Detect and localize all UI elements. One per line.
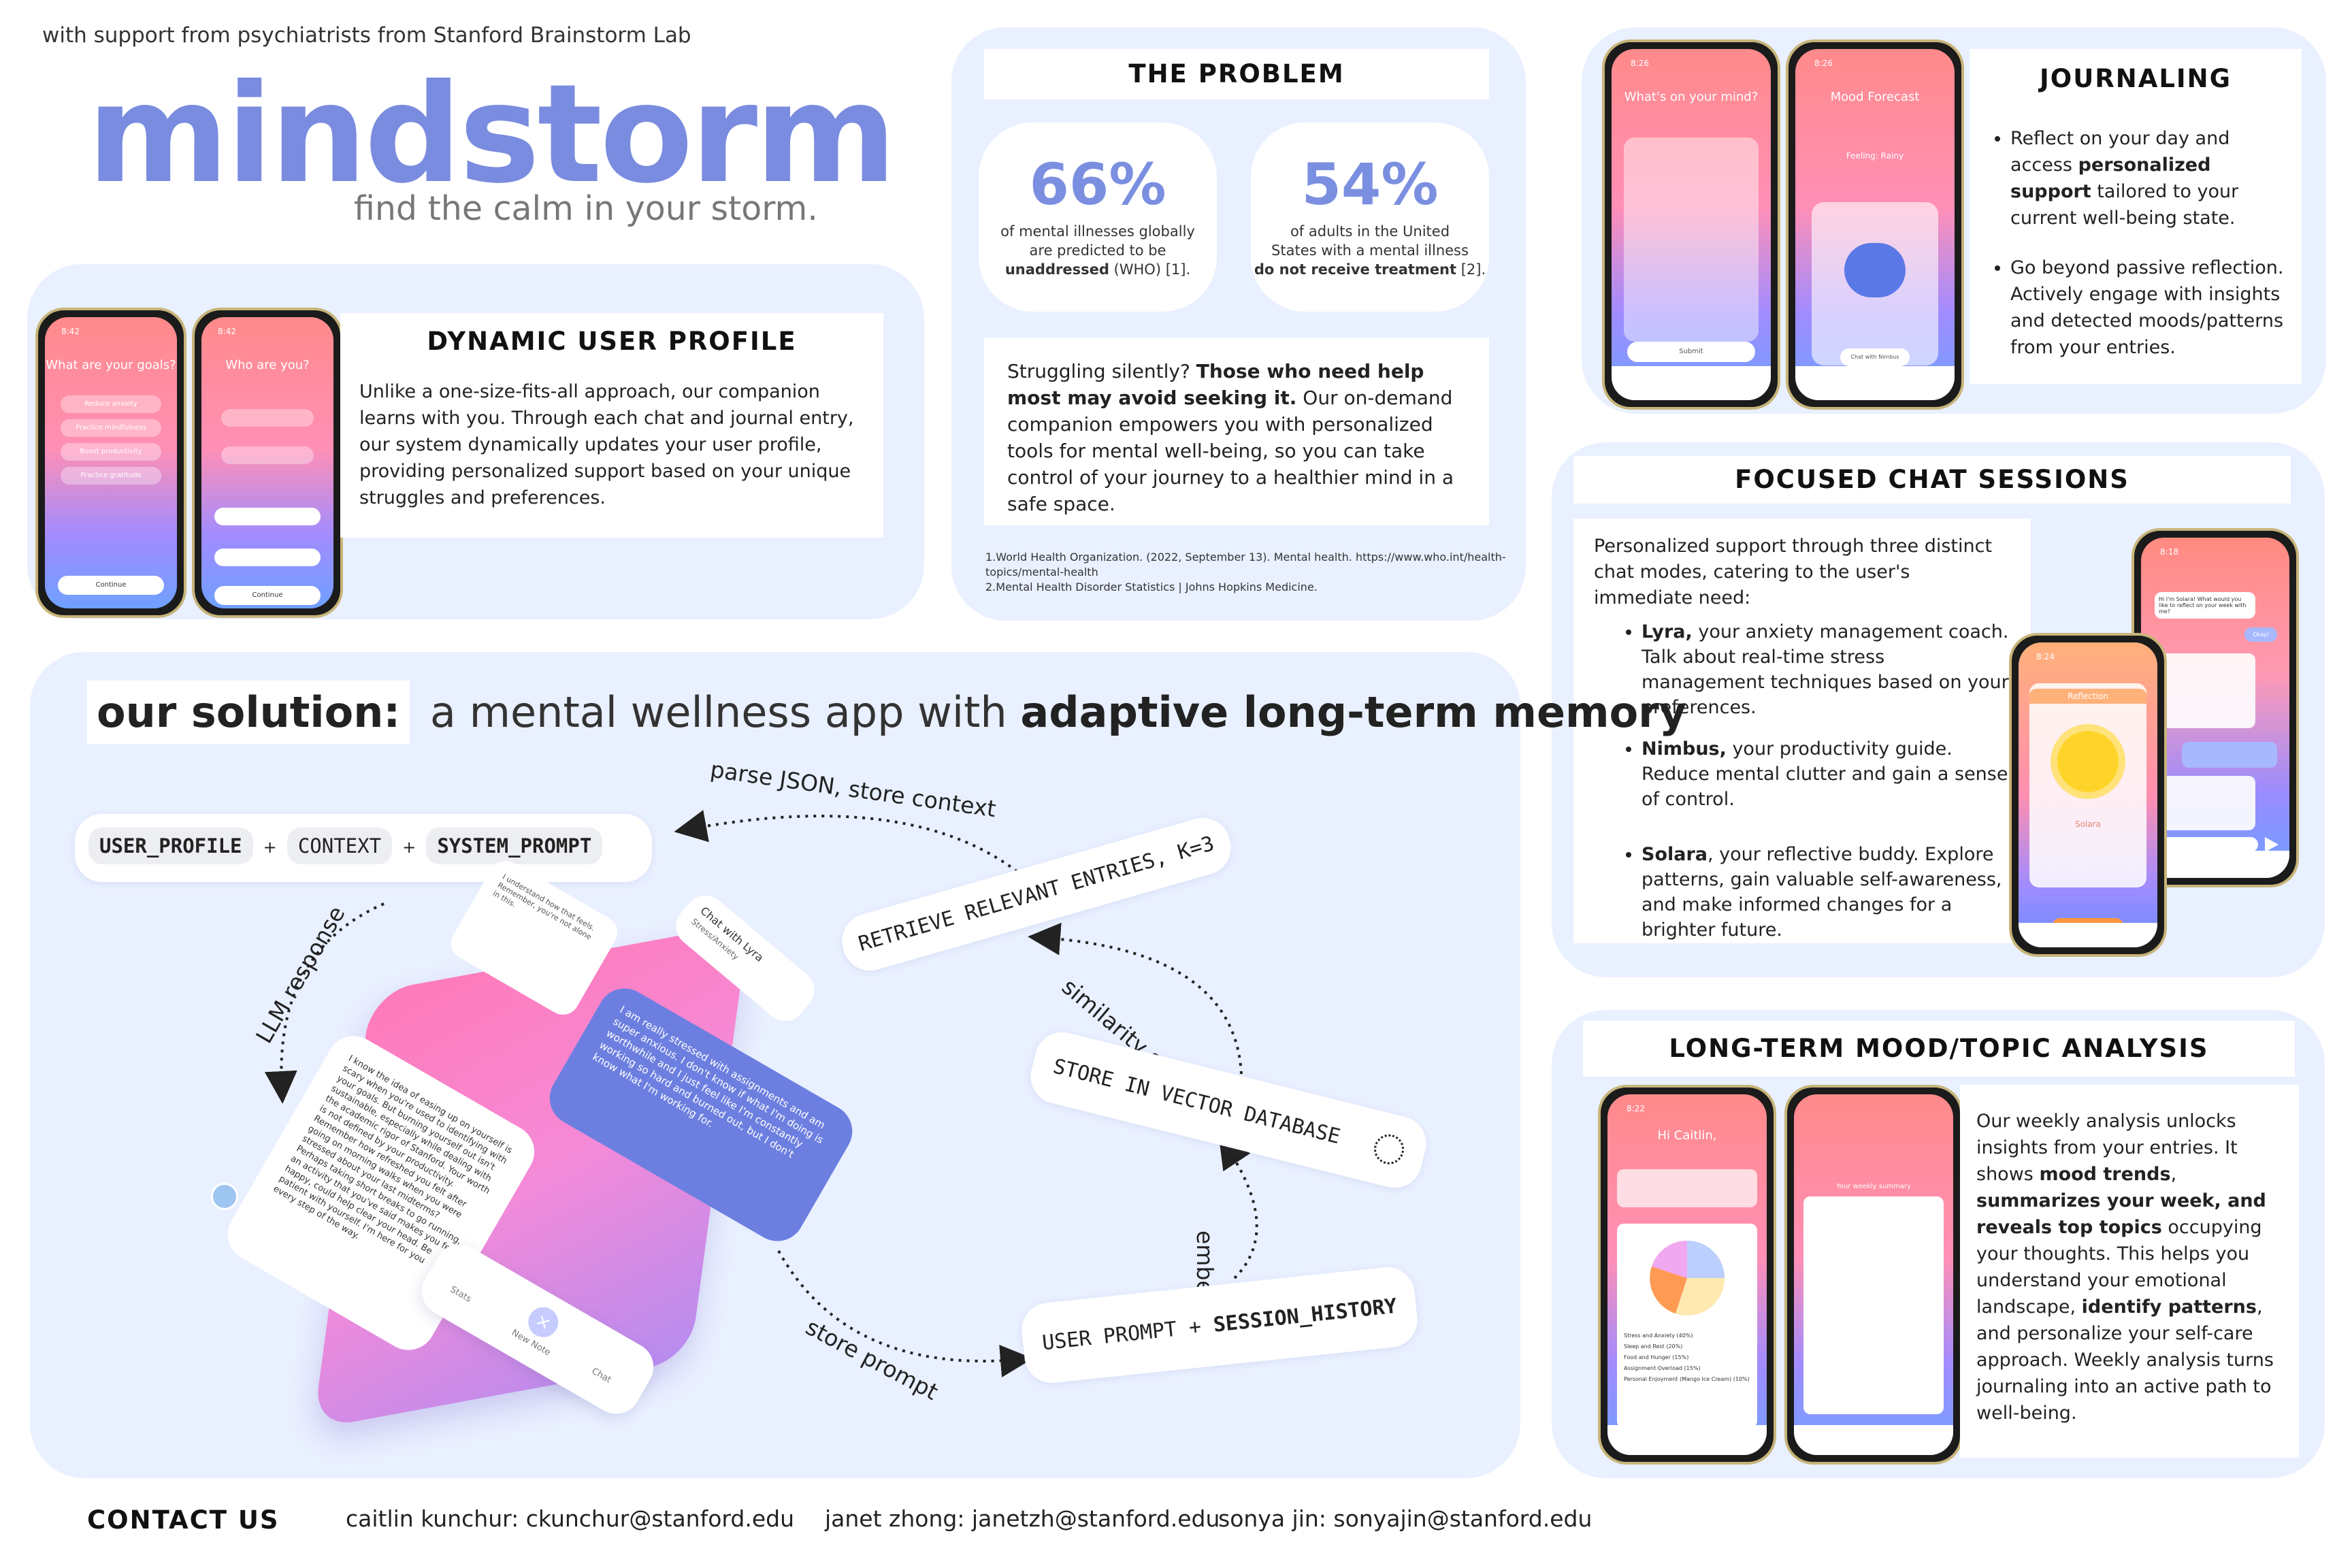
goal-option[interactable]: Reduce anxiety: [61, 395, 161, 413]
goal-option[interactable]: Boost productivity: [61, 443, 161, 461]
phone-nav: [2019, 923, 2157, 947]
reference-2: 2.Mental Health Disorder Statistics | Jo…: [985, 581, 1318, 593]
continue-button[interactable]: Continue: [58, 576, 163, 595]
problem-paragraph: Struggling silently? Those who need help…: [1007, 360, 1454, 515]
forecast-feeling: Feeling: Rainy: [1846, 151, 1904, 161]
brand-title: mindstorm: [87, 55, 897, 214]
journal-phone-entry: 8:26 What's on your mind? Submit: [1602, 39, 1780, 410]
journaling-card: JOURNALING Reflect on your day and acces…: [1970, 49, 2302, 384]
journaling-heading: JOURNALING: [2039, 64, 2232, 93]
solara-name: Solara: [2075, 819, 2101, 829]
legend-item: Food and Hunger (15%): [1624, 1354, 1689, 1360]
profile-body: Unlike a one-size-fits-all approach, our…: [359, 381, 854, 508]
legend-item: Assignment Overload (15%): [1624, 1365, 1701, 1371]
profile-phone2-title: Who are you?: [225, 358, 310, 372]
problem-header: THE PROBLEM: [984, 49, 1489, 99]
journal-textarea[interactable]: [1624, 137, 1759, 342]
goal-option[interactable]: Practice mindfulness: [61, 419, 161, 437]
journal-phone1-title: What's on your mind?: [1624, 90, 1759, 104]
journaling-bullet-2: Go beyond passive reflection. Actively e…: [2010, 255, 2292, 361]
chat-header: FOCUSED CHAT SESSIONS: [1573, 456, 2291, 504]
forecast-title: Mood Forecast: [1830, 90, 1920, 104]
problem-panel: [951, 27, 1526, 621]
stat-54-caption: of adults in the United States with a me…: [1254, 223, 1486, 278]
topics-card: Stress and Anxiety (40%) Sleep and Rest …: [1617, 1224, 1757, 1428]
mood-card: Our weekly analysis unlocks insights fro…: [1960, 1085, 2299, 1458]
nimbus-cloud-icon: [1844, 243, 1906, 297]
phone-nav: [1607, 1425, 1767, 1455]
stat-54-value: 54%: [1301, 151, 1439, 218]
profile-phone1-title: What are your goals?: [46, 358, 176, 372]
legend-item: Stress and Anxiety (40%): [1624, 1333, 1693, 1339]
sun-icon: [2057, 731, 2119, 792]
send-icon[interactable]: [2265, 837, 2278, 852]
profile-phone-goals: 8:42 What are your goals? Reduce anxiety…: [35, 308, 186, 618]
forecast-card: [1812, 202, 1938, 365]
reference-1: 1.World Health Organization. (2022, Sept…: [985, 551, 1506, 578]
stat-card-66: 66% of mental illnesses globally are pre…: [979, 122, 1217, 312]
submit-button[interactable]: Submit: [1627, 342, 1754, 362]
continue-button[interactable]: Continue: [214, 586, 320, 605]
contact-sonya[interactable]: sonya jin: sonyajin@stanford.edu: [1218, 1505, 1592, 1532]
chat-intro: Personalized support through three disti…: [1594, 536, 1993, 608]
reflection-title: Reflection: [2029, 689, 2146, 704]
legend-item: Sleep and Rest (20%): [1624, 1343, 1683, 1350]
weather-row: [1617, 1169, 1757, 1207]
mood-header: LONG-TERM MOOD/TOPIC ANALYSIS: [1583, 1021, 2295, 1077]
brand-tagline: find the calm in your storm.: [354, 189, 818, 228]
stat-66-caption: of mental illnesses globally are predict…: [1000, 223, 1195, 278]
profile-phone-who: 8:42 Who are you? Continue: [192, 308, 343, 618]
contact-heading: CONTACT US: [87, 1505, 280, 1535]
legend-item: Personal Enjoyment (Mango Ice Cream) (10…: [1624, 1376, 1750, 1382]
weekly-summary-title: Your weekly summary: [1836, 1183, 1911, 1190]
bot-bubble: Hi I'm Solara! What would you like to re…: [2155, 592, 2255, 619]
chat-mode-nimbus: Nimbus, your productivity guide. Reduce …: [1642, 736, 2010, 812]
stats-tab[interactable]: Stats: [448, 1284, 473, 1305]
lyra-avatar-icon: [211, 1183, 238, 1210]
phone-nav: [1795, 366, 1955, 400]
arrow-parse-json: [674, 810, 1025, 878]
contact-janet[interactable]: janet zhong: janetzh@stanford.edu: [825, 1505, 1220, 1532]
stat-card-54: 54% of adults in the United States with …: [1251, 122, 1489, 312]
iso-phone: Chat with Lyra Stress/Anxiety I am reall…: [211, 855, 862, 1430]
user-bubble: Okay!: [2244, 627, 2277, 642]
summary-card: [1803, 1196, 1944, 1414]
arrow-embed: [1218, 1135, 1258, 1279]
reflection-card: Reflection Solara: [2029, 683, 2146, 887]
chat-mode-solara: Solara, your reflective buddy. Explore p…: [1642, 842, 2010, 943]
mood-greeting: Hi Caitlin,: [1657, 1128, 1717, 1143]
profile-heading: DYNAMIC USER PROFILE: [427, 327, 797, 356]
profile-card: DYNAMIC USER PROFILE Unlike a one-size-f…: [340, 313, 883, 538]
stat-66-value: 66%: [1029, 151, 1166, 218]
chat-tab[interactable]: Chat: [590, 1366, 613, 1385]
topics-pie-chart: [1650, 1241, 1725, 1316]
chat-with-nimbus-button[interactable]: Chat with Nimbus: [1840, 348, 1910, 366]
support-note: with support from psychiatrists from Sta…: [42, 23, 691, 48]
phone-nav: [1612, 366, 1771, 400]
problem-paragraph-card: Struggling silently? Those who need help…: [984, 338, 1489, 525]
mood-phone-overview: 8:22 Hi Caitlin, Stress and Anxiety (40%…: [1598, 1085, 1776, 1465]
contact-caitlin[interactable]: caitlin kunchur: ckunchur@stanford.edu: [346, 1505, 794, 1532]
mood-body: Our weekly analysis unlocks insights fro…: [1976, 1111, 2274, 1424]
mood-phone-summary: Your weekly summary: [1784, 1085, 1963, 1465]
journaling-bullet-1: Reflect on your day and access personali…: [2010, 125, 2292, 231]
chat-mode-lyra: Lyra, your anxiety management coach. Tal…: [1642, 619, 2010, 720]
chat-phone-solara: 8:24 Reflection Solara: [2009, 633, 2167, 957]
phone-nav: [1794, 1425, 1953, 1455]
journal-phone-forecast: 8:26 Mood Forecast Feeling: Rainy Chat w…: [1786, 39, 1964, 410]
goal-option[interactable]: Practice gratitude: [61, 467, 161, 485]
